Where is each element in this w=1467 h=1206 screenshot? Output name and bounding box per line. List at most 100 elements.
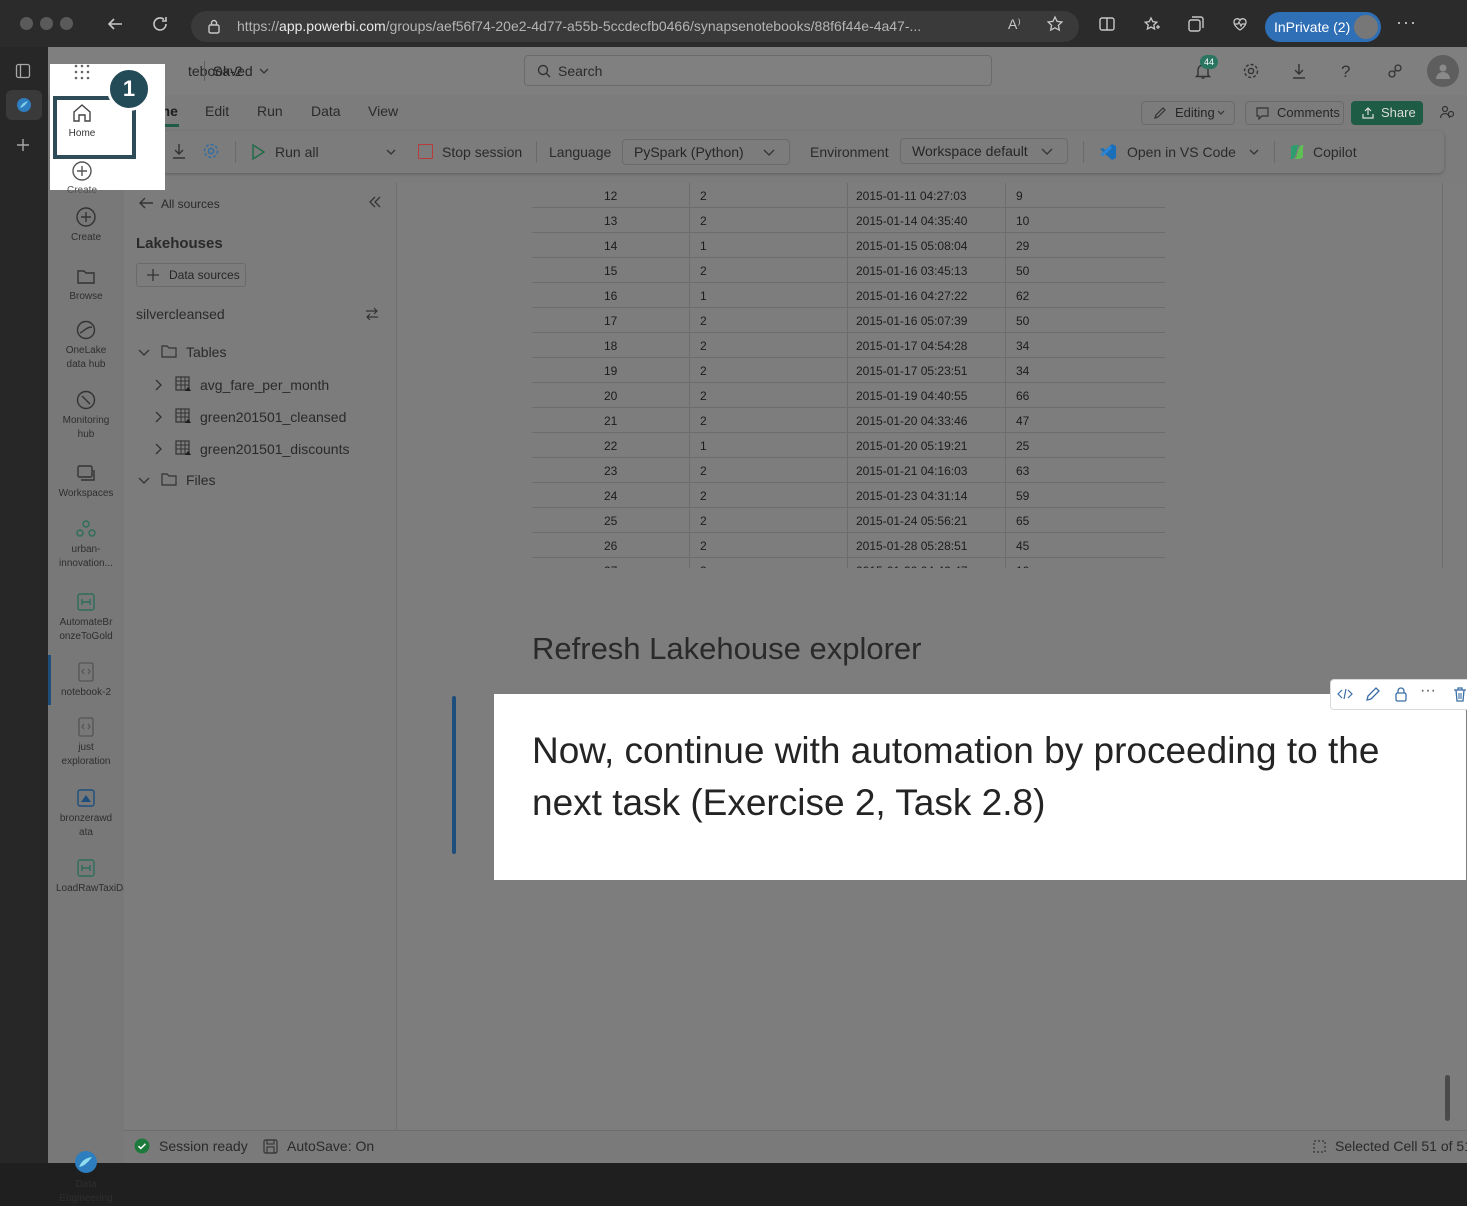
rail-label: AutomateBronzeToGold	[59, 617, 113, 642]
comments-button[interactable]: Comments	[1245, 101, 1344, 125]
rail-item-load-raw-taxi-data[interactable]: LoadRawTaxiData	[48, 857, 137, 896]
table-cell: 1	[700, 239, 707, 253]
environment-label: Environment	[810, 144, 889, 160]
feedback-icon[interactable]	[1386, 62, 1404, 80]
collections-icon[interactable]	[1187, 15, 1205, 33]
rail-item-just-exploration[interactable]: just exploration	[48, 716, 124, 769]
table-cell: 63	[1016, 464, 1030, 478]
table-item[interactable]: avg_fare_per_month	[136, 375, 386, 397]
saved-status[interactable]: Saved	[213, 63, 253, 79]
table-cell: 10	[1016, 564, 1029, 568]
rail-item-urban-innovation[interactable]: urban-innovation...	[48, 518, 124, 571]
rail-item-notebook-2[interactable]: notebook-2	[48, 661, 124, 700]
table-cell: 47	[1016, 414, 1030, 428]
search-box[interactable]: Search	[524, 55, 992, 86]
autosave-status[interactable]: AutoSave: On	[287, 1138, 374, 1154]
delete-trash-icon[interactable]	[1452, 686, 1467, 702]
lock-icon[interactable]	[1393, 686, 1409, 702]
read-aloud-icon[interactable]: A⁾	[1008, 16, 1021, 33]
switch-lakehouse-icon[interactable]	[365, 307, 379, 321]
code-view-icon[interactable]	[1337, 686, 1353, 702]
scrollbar-thumb[interactable]	[1445, 1075, 1450, 1121]
active-tab-favicon[interactable]	[6, 90, 42, 120]
rail-item-browse[interactable]: Browse	[48, 265, 124, 304]
tab-run[interactable]: Run	[257, 103, 283, 119]
app-launcher-icon[interactable]	[74, 64, 90, 80]
settings-gear-icon[interactable]	[1242, 62, 1260, 80]
table-item[interactable]: green201501_cleansed	[136, 407, 386, 429]
refresh-icon[interactable]	[151, 15, 169, 33]
editing-mode-button[interactable]: Editing	[1141, 101, 1235, 125]
rail-item-data-engineering[interactable]: Data Engineering	[48, 1149, 124, 1206]
help-icon[interactable]: ?	[1341, 62, 1350, 82]
copilot-button[interactable]: Copilot	[1287, 141, 1367, 163]
address-bar[interactable]: https://app.powerbi.com/groups/aef56f74-…	[191, 11, 1079, 42]
download-icon[interactable]	[1290, 62, 1308, 80]
rail-item-automate-bronze-to-gold[interactable]: AutomateBronzeToGold	[48, 591, 124, 644]
tree-node-tables[interactable]: Tables	[136, 343, 386, 365]
table-cell: 2015-01-20 04:33:46	[856, 414, 968, 428]
environment-dropdown[interactable]: Workspace default	[900, 138, 1068, 164]
more-icon[interactable]: ···	[1420, 682, 1436, 700]
data-sources-button[interactable]: Data sources	[136, 263, 246, 287]
toolbar-divider	[1083, 141, 1084, 163]
all-sources-back-link[interactable]: All sources	[138, 194, 228, 214]
onelake-icon	[76, 320, 96, 340]
tab-data[interactable]: Data	[311, 103, 341, 119]
settings-gear-icon[interactable]	[202, 142, 220, 160]
close-window-button[interactable]	[20, 17, 33, 30]
table-cell: 2015-01-30 04:42:47	[856, 564, 967, 568]
tab-actions-icon[interactable]	[15, 63, 31, 79]
tab-edit[interactable]: Edit	[205, 103, 229, 119]
inprivate-profile-button[interactable]: InPrivate (2)	[1265, 12, 1381, 42]
monitoring-icon	[76, 390, 96, 410]
session-status[interactable]: Session ready	[159, 1138, 248, 1154]
collapse-pane-icon[interactable]	[368, 196, 382, 208]
table-row: 20 2 2015-01-19 04:40:55 66	[532, 383, 1165, 408]
edit-pencil-icon[interactable]	[1365, 686, 1381, 702]
user-avatar[interactable]	[1427, 55, 1459, 87]
tree-node-files[interactable]: Files	[136, 471, 386, 493]
run-all-button[interactable]: Run all	[250, 141, 342, 163]
table-name: avg_fare_per_month	[200, 377, 330, 393]
plus-icon	[147, 269, 159, 281]
rail-item-workspaces[interactable]: Workspaces	[48, 462, 124, 501]
rail-item-monitoring[interactable]: Monitoring hub	[48, 389, 124, 442]
tab-view[interactable]: View	[368, 103, 398, 119]
split-screen-icon[interactable]	[1098, 15, 1116, 33]
new-tab-icon[interactable]	[15, 137, 31, 153]
rail-label: Browse	[69, 291, 103, 302]
favorites-icon[interactable]	[1143, 15, 1161, 33]
chevron-down-icon[interactable]	[386, 149, 396, 156]
table-cell: 2015-01-21 04:16:03	[856, 464, 968, 478]
table-cell: 2015-01-15 05:08:04	[856, 239, 968, 253]
collaborators-icon[interactable]	[1439, 104, 1455, 120]
favorite-star-icon[interactable]	[1046, 15, 1064, 33]
rail-item-onelake[interactable]: OneLake data hub	[48, 319, 124, 372]
table-row: 22 1 2015-01-20 05:19:21 25	[532, 433, 1165, 458]
back-arrow-icon[interactable]	[106, 15, 124, 33]
rail-label: Data Engineering	[59, 1179, 113, 1204]
more-options-icon[interactable]: ···	[1396, 12, 1417, 33]
markdown-cell-text: Now, continue with automation by proceed…	[532, 730, 1380, 823]
maximize-window-button[interactable]	[60, 17, 73, 30]
rail-item-create[interactable]: Create	[48, 206, 124, 245]
markdown-cell-heading[interactable]: Refresh Lakehouse explorer	[532, 631, 921, 667]
language-dropdown[interactable]: PySpark (Python)	[622, 139, 790, 165]
table-icon	[175, 376, 191, 392]
rail-item-create-highlighted[interactable]: Create	[50, 160, 114, 196]
stop-session-button[interactable]: Stop session	[418, 141, 524, 163]
table-cell: 2	[700, 389, 707, 403]
lakehouse-name[interactable]: silvercleansed	[136, 306, 225, 322]
share-button[interactable]: Share	[1351, 101, 1423, 125]
selected-markdown-cell[interactable]: Now, continue with automation by proceed…	[494, 694, 1466, 880]
table-item[interactable]: green201501_discounts	[136, 439, 386, 461]
chevron-down-icon[interactable]	[259, 67, 269, 75]
chevron-down-icon[interactable]	[1249, 149, 1259, 156]
rail-item-bronzerawdata[interactable]: bronzerawdata	[48, 787, 124, 840]
minimize-window-button[interactable]	[40, 17, 53, 30]
browser-essentials-icon[interactable]	[1231, 15, 1249, 33]
download-icon[interactable]	[170, 142, 188, 160]
rail-label: bronzerawdata	[59, 813, 113, 838]
open-in-vscode-button[interactable]: Open in VS Code	[1098, 141, 1238, 163]
